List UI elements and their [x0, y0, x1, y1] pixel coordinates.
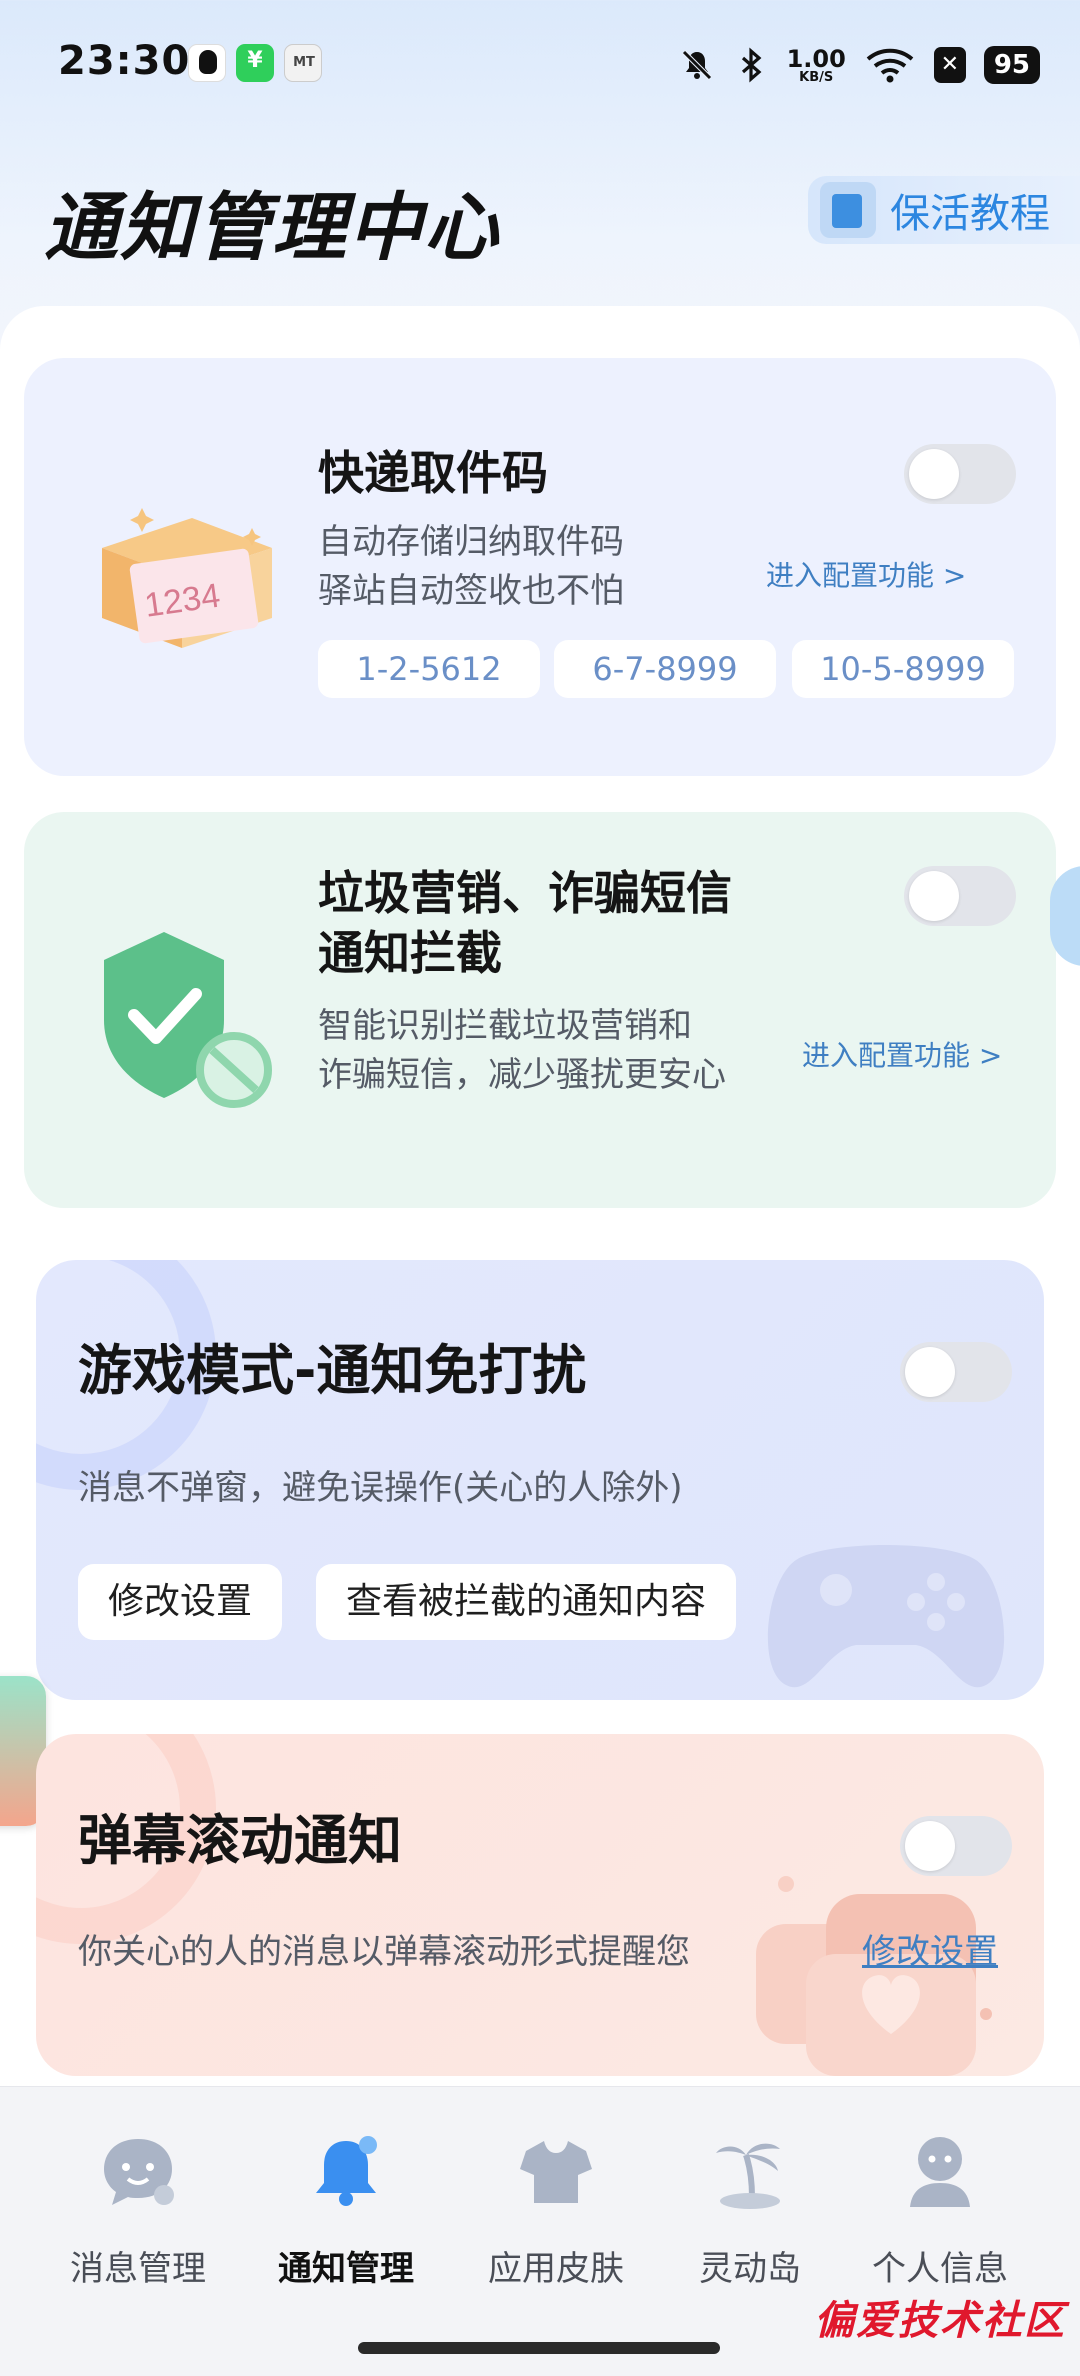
express-title: 快递取件码	[318, 446, 548, 500]
spam-title-line2: 通知拦截	[318, 925, 502, 980]
express-code-card: 1234 快递取件码 自动存储归纳取件码 驿站自动签收也不怕 进入配置功能 > …	[24, 358, 1056, 776]
game-toggle[interactable]	[900, 1342, 1012, 1402]
danmaku-card: 弹幕滚动通知 你关心的人的消息以弹幕滚动形式提醒您 修改设置	[36, 1734, 1044, 2076]
bell-icon	[316, 2136, 377, 2206]
gamepad-icon	[767, 1545, 1005, 1688]
qq-icon	[188, 44, 226, 82]
battery-indicator: 95	[983, 46, 1040, 84]
spam-desc-line1: 智能识别拦截垃圾营销和	[318, 1006, 692, 1046]
spam-desc: 智能识别拦截垃圾营销和 诈骗短信，减少骚扰更安心	[318, 1002, 726, 1101]
danmaku-desc: 你关心的人的消息以弹幕滚动形式提醒您	[78, 1932, 690, 1972]
nav-item-message[interactable]: 消息管理	[38, 2131, 238, 2290]
wechat-pay-icon	[236, 44, 274, 82]
keepalive-tutorial-button[interactable]: 保活教程	[808, 176, 1080, 244]
book-icon	[820, 182, 876, 238]
nav-label-notification: 通知管理	[278, 2249, 414, 2289]
net-speed: 1.00 KB/S	[787, 47, 846, 84]
code-chip-2[interactable]: 6-7-8999	[554, 640, 776, 698]
shield-check-icon	[104, 932, 272, 1108]
page-title: 通知管理中心	[44, 185, 500, 271]
island-icon	[716, 2143, 780, 2209]
code-chip-1[interactable]: 1-2-5612	[318, 640, 540, 698]
nav-label-profile: 个人信息	[872, 2249, 1008, 2289]
danmaku-settings-link[interactable]: 修改设置	[862, 1928, 998, 1977]
nav-label-message: 消息管理	[70, 2249, 206, 2289]
chat-bubble-icon	[104, 2139, 174, 2205]
keepalive-label: 保活教程	[890, 191, 1050, 237]
x-icon: ✕	[933, 47, 966, 83]
mute-icon	[681, 50, 712, 80]
bluetooth-icon	[741, 47, 762, 83]
spam-desc-line2: 诈骗短信，减少骚扰更安心	[318, 1055, 726, 1096]
person-icon	[910, 2137, 970, 2207]
nav-item-skin[interactable]: 应用皮肤	[456, 2131, 656, 2290]
spam-title-line1: 垃圾营销、诈骗短信	[318, 866, 732, 920]
danmaku-toggle[interactable]	[900, 1816, 1012, 1876]
wifi-icon	[866, 48, 914, 83]
danmaku-title: 弹幕滚动通知	[78, 1809, 402, 1872]
express-config-link[interactable]: 进入配置功能 >	[766, 554, 966, 594]
net-speed-unit: KB/S	[799, 69, 834, 85]
home-indicator[interactable]	[358, 2342, 720, 2354]
game-desc: 消息不弹窗，避免误操作(关心的人除外)	[78, 1468, 683, 1508]
express-desc-line1: 自动存储归纳取件码	[318, 522, 624, 562]
game-settings-button[interactable]: 修改设置	[78, 1564, 283, 1640]
code-chip-3[interactable]: 10-5-8999	[792, 640, 1014, 698]
express-desc: 自动存储归纳取件码 驿站自动签收也不怕	[318, 518, 624, 617]
status-bar: 23:30 1.00 KB/S ✕ 95	[0, 0, 1080, 130]
view-blocked-button[interactable]: 查看被拦截的通知内容	[316, 1564, 737, 1640]
status-time: 23:30	[58, 38, 191, 84]
mt-icon	[284, 44, 323, 82]
tshirt-icon	[520, 2141, 592, 2203]
nav-item-notification[interactable]: 通知管理	[246, 2131, 446, 2290]
net-speed-value: 1.00	[786, 44, 846, 73]
express-desc-line2: 驿站自动签收也不怕	[318, 571, 624, 612]
nav-item-profile[interactable]: 个人信息	[840, 2131, 1040, 2290]
spam-title: 垃圾营销、诈骗短信 通知拦截	[318, 864, 732, 984]
nav-item-island[interactable]: 灵动岛	[650, 2131, 850, 2290]
parcel-box-icon: 1234	[102, 508, 272, 648]
watermark-logo: 偏爱技术社区	[814, 2298, 1066, 2344]
spam-block-card: 垃圾营销、诈骗短信 通知拦截 智能识别拦截垃圾营销和 诈骗短信，减少骚扰更安心 …	[24, 812, 1056, 1208]
spam-config-link[interactable]: 进入配置功能 >	[802, 1034, 1002, 1074]
game-mode-card: 游戏模式-通知免打扰 消息不弹窗，避免误操作(关心的人除外) 修改设置 查看被拦…	[36, 1260, 1044, 1700]
nav-label-island: 灵动岛	[699, 2249, 801, 2289]
status-right-group: 1.00 KB/S ✕ 95	[679, 40, 1040, 90]
nav-label-skin: 应用皮肤	[488, 2249, 624, 2289]
express-toggle[interactable]	[904, 444, 1016, 504]
game-title: 游戏模式-通知免打扰	[78, 1339, 587, 1402]
spam-toggle[interactable]	[904, 866, 1016, 926]
